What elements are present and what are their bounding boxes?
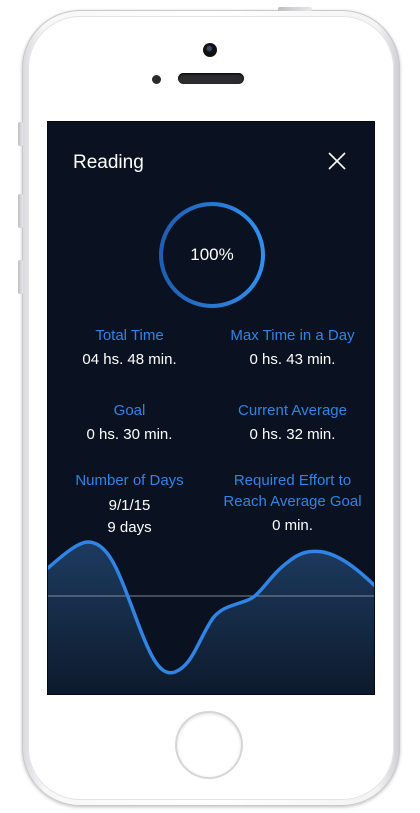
- silent-switch: [18, 122, 23, 146]
- page-title: Reading: [73, 152, 144, 173]
- stat-label-line1: Required Effort to: [233, 472, 352, 489]
- earpiece-speaker: [178, 73, 244, 84]
- progress-percent: 100%: [190, 245, 234, 264]
- front-camera: [203, 43, 217, 57]
- stat-goal: Goal 0 hs. 30 min.: [48, 400, 211, 446]
- activity-wave: [48, 540, 374, 694]
- stat-value: 04 hs. 48 min.: [82, 351, 177, 368]
- stat-total-time: Total Time 04 hs. 48 min.: [48, 325, 211, 371]
- stat-current-average: Current Average 0 hs. 32 min.: [211, 400, 374, 446]
- stat-label: Goal: [113, 402, 146, 419]
- stat-value: 0 hs. 30 min.: [86, 426, 173, 443]
- stat-value: 0 hs. 32 min.: [249, 426, 336, 443]
- stat-label-line2: Reach Average Goal: [223, 493, 362, 510]
- power-button: [278, 7, 312, 11]
- stat-label: Total Time: [95, 327, 164, 344]
- stat-label: Number of Days: [75, 472, 184, 489]
- stat-max-time: Max Time in a Day 0 hs. 43 min.: [211, 325, 374, 371]
- proximity-sensor: [152, 75, 161, 84]
- stat-label: Max Time in a Day: [230, 327, 355, 344]
- stat-required-effort: Required Effort to Reach Average Goal 0 …: [211, 470, 374, 537]
- stat-date: 9/1/15: [108, 497, 151, 514]
- volume-down-button: [18, 260, 23, 294]
- stat-value: 0 hs. 43 min.: [249, 351, 336, 368]
- app-screen: Reading 100% Total Time 04 hs. 48 min. M…: [47, 121, 375, 695]
- close-icon[interactable]: [326, 150, 348, 172]
- home-button[interactable]: [177, 713, 241, 777]
- stat-number-of-days: Number of Days 9/1/15 9 days: [48, 470, 211, 539]
- stat-label: Current Average: [238, 402, 347, 419]
- volume-up-button: [18, 194, 23, 228]
